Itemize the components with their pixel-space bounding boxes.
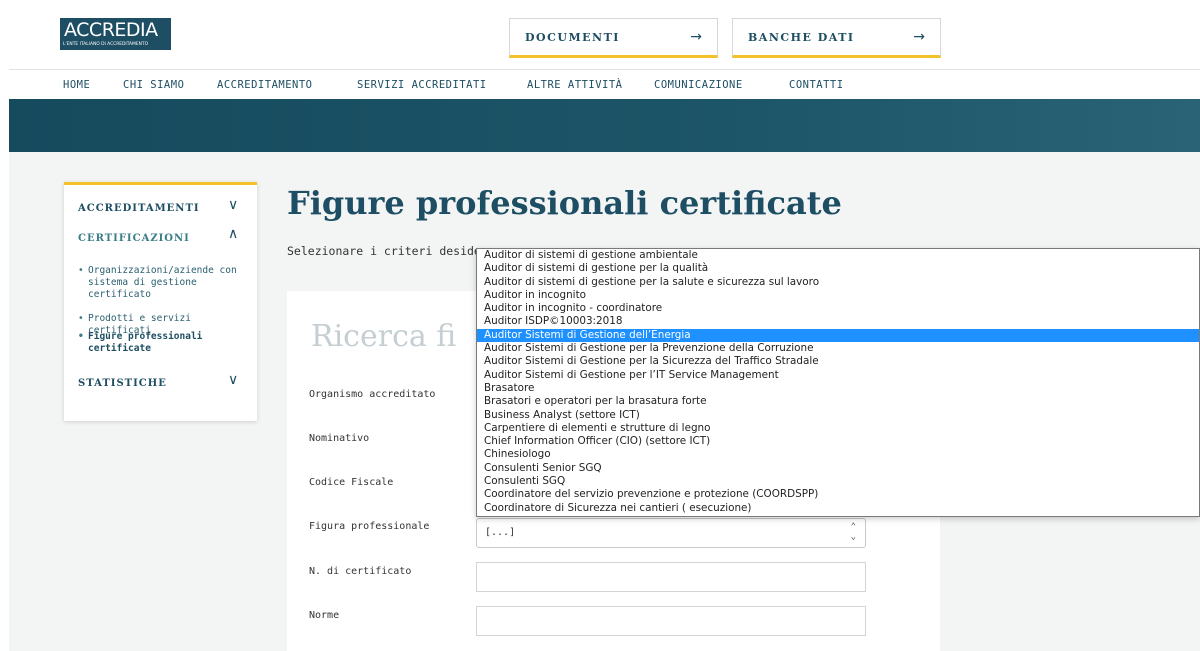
sidebar-subitem-label: Organizzazioni/aziende con sistema di ge…: [88, 265, 237, 300]
dropdown-option[interactable]: Coordinatore del servizio prevenzione e …: [477, 488, 1199, 501]
sidebar-subitem-label: Figure professionali certificate: [88, 331, 203, 354]
nav-item-contatti[interactable]: CONTATTI: [789, 79, 844, 91]
sidebar-item-accreditamenti[interactable]: ACCREDITAMENTI: [78, 203, 200, 214]
banche-dati-button[interactable]: BANCHE DATI →: [732, 18, 941, 58]
page-title: Figure professionali certificate: [287, 184, 842, 222]
chevron-down-icon: ⌄: [850, 532, 856, 542]
sidebar-item-statistiche[interactable]: STATISTICHE: [78, 378, 167, 389]
dropdown-option[interactable]: Auditor di sistemi di gestione per la sa…: [477, 276, 1199, 289]
intro-text: Selezionare i criteri desider: [287, 244, 488, 258]
dropdown-option[interactable]: Auditor Sistemi di Gestione per la Sicur…: [477, 355, 1199, 368]
dropdown-option[interactable]: Auditor ISDP©10003:2018: [477, 315, 1199, 328]
hero-banner: [9, 99, 1200, 152]
logo-tagline: L'ENTE ITALIANO DI ACCREDITAMENTO: [63, 42, 149, 47]
dropdown-option[interactable]: Auditor Sistemi di Gestione per la Preve…: [477, 342, 1199, 355]
nav-item-chi-siamo[interactable]: CHI SIAMO: [123, 79, 184, 91]
logo-wordmark: ACCREDIA: [64, 19, 158, 41]
bullet-icon: •: [78, 313, 84, 324]
dropdown-option[interactable]: Auditor in incognito - coordinatore: [477, 302, 1199, 315]
sidebar-subitem-organizzazioni[interactable]: • Organizzazioni/aziende con sistema di …: [78, 265, 248, 301]
arrow-right-icon: →: [690, 29, 702, 45]
label-figura-professionale: Figura professionale: [309, 521, 430, 532]
numero-certificato-input[interactable]: [476, 562, 866, 592]
norme-input[interactable]: [476, 606, 866, 636]
chevron-down-icon[interactable]: ∨: [228, 372, 238, 388]
chevron-up-icon: ⌃: [850, 522, 856, 532]
dropdown-option[interactable]: Auditor Sistemi di Gestione per l’IT Ser…: [477, 369, 1199, 382]
dropdown-option[interactable]: Chief Information Officer (CIO) (settore…: [477, 435, 1199, 448]
figura-professionale-dropdown[interactable]: Auditor di sistemi di gestione ambiental…: [476, 248, 1200, 517]
select-value: [...]: [485, 527, 516, 538]
sidebar: ACCREDITAMENTI ∨ CERTIFICAZIONI ∧ • Orga…: [64, 182, 257, 421]
dropdown-option[interactable]: Auditor di sistemi di gestione ambiental…: [477, 249, 1199, 262]
main-nav: HOME CHI SIAMO ACCREDITAMENTO SERVIZI AC…: [9, 69, 1200, 99]
chevron-down-icon[interactable]: ∨: [228, 197, 238, 213]
dropdown-option[interactable]: Consulenti Senior SGQ: [477, 462, 1199, 475]
dropdown-option[interactable]: Carpentiere di elementi e strutture di l…: [477, 422, 1199, 435]
bullet-icon: •: [78, 265, 84, 276]
arrow-right-icon: →: [913, 29, 925, 45]
label-norme: Norme: [309, 610, 340, 621]
dropdown-option[interactable]: Auditor in incognito: [477, 289, 1199, 302]
nav-item-altre-attivita[interactable]: ALTRE ATTIVITÀ: [527, 79, 623, 91]
label-organismo-accreditato: Organismo accreditato: [309, 389, 436, 400]
bullet-icon: •: [78, 331, 84, 342]
sidebar-subitem-figure-professionali[interactable]: • Figure professionali certificate: [78, 331, 218, 355]
nav-item-accreditamento[interactable]: ACCREDITAMENTO: [217, 79, 313, 91]
dropdown-option[interactable]: Chinesiologo: [477, 448, 1199, 461]
chevron-up-icon[interactable]: ∧: [228, 226, 238, 242]
nav-item-home[interactable]: HOME: [63, 79, 90, 91]
form-title: Ricerca fi: [311, 319, 457, 354]
nav-item-comunicazione[interactable]: COMUNICAZIONE: [654, 79, 743, 91]
dropdown-option[interactable]: Business Analyst (settore ICT): [477, 409, 1199, 422]
select-stepper-icon[interactable]: ⌃ ⌄: [851, 522, 856, 542]
nav-item-servizi-accreditati[interactable]: SERVIZI ACCREDITATI: [357, 79, 487, 91]
dropdown-option[interactable]: Brasatori e operatori per la brasatura f…: [477, 395, 1199, 408]
label-nominativo: Nominativo: [309, 433, 370, 444]
dropdown-option[interactable]: Auditor Sistemi di Gestione dell’Energia: [477, 328, 1199, 343]
documenti-label: DOCUMENTI: [525, 30, 620, 44]
documenti-button[interactable]: DOCUMENTI →: [509, 18, 718, 58]
label-codice-fiscale: Codice Fiscale: [309, 477, 394, 488]
dropdown-option[interactable]: Consulenti SGQ: [477, 475, 1199, 488]
label-numero-certificato: N. di certificato: [309, 566, 412, 577]
accredia-logo[interactable]: ACCREDIA L'ENTE ITALIANO DI ACCREDITAMEN…: [60, 18, 171, 50]
sidebar-item-certificazioni[interactable]: CERTIFICAZIONI: [78, 233, 190, 244]
dropdown-option[interactable]: Coordinatore di Sicurezza nei cantieri (…: [477, 502, 1199, 515]
figura-professionale-select[interactable]: [...] ⌃ ⌄: [476, 518, 866, 548]
dropdown-option[interactable]: Brasatore: [477, 382, 1199, 395]
dropdown-option[interactable]: Auditor di sistemi di gestione per la qu…: [477, 262, 1199, 275]
banche-dati-label: BANCHE DATI: [748, 30, 855, 44]
